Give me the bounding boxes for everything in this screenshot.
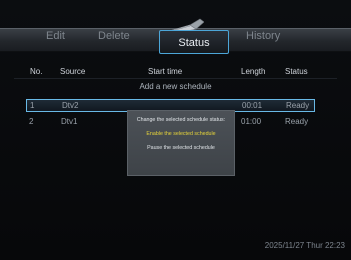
popup-title: Change the selected schedule status:: [136, 117, 226, 123]
header-status: Status: [285, 67, 308, 76]
row-source: Dtv1: [61, 117, 78, 126]
row-source: Dtv2: [62, 101, 79, 110]
row-number: 2: [29, 117, 34, 126]
menu-history[interactable]: History: [246, 30, 280, 42]
menu-edit[interactable]: Edit: [46, 30, 65, 42]
menu-delete[interactable]: Delete: [98, 30, 130, 42]
row-length: 01:00: [241, 117, 262, 126]
row-length: 00:01: [242, 101, 263, 110]
status-change-popup: Change the selected schedule status: Ena…: [127, 110, 235, 176]
row-number: 1: [30, 101, 35, 110]
datetime-display: 2025/11/27 Thur 22:23: [264, 241, 345, 250]
menu-status-tab[interactable]: Status: [159, 30, 229, 54]
add-schedule-item[interactable]: Add a new schedule: [0, 82, 351, 91]
enable-schedule-option[interactable]: Enable the selected schedule: [128, 131, 234, 137]
pause-schedule-option[interactable]: Pause the selected schedule: [128, 145, 234, 151]
screen: Edit Delete History Status No. Source St…: [0, 0, 351, 260]
header-start-time: Start time: [148, 67, 183, 76]
row-status: Ready: [286, 101, 310, 110]
header-length: Length: [241, 67, 266, 76]
header-no: No.: [30, 67, 43, 76]
header-source: Source: [60, 67, 86, 76]
row-status: Ready: [285, 117, 309, 126]
